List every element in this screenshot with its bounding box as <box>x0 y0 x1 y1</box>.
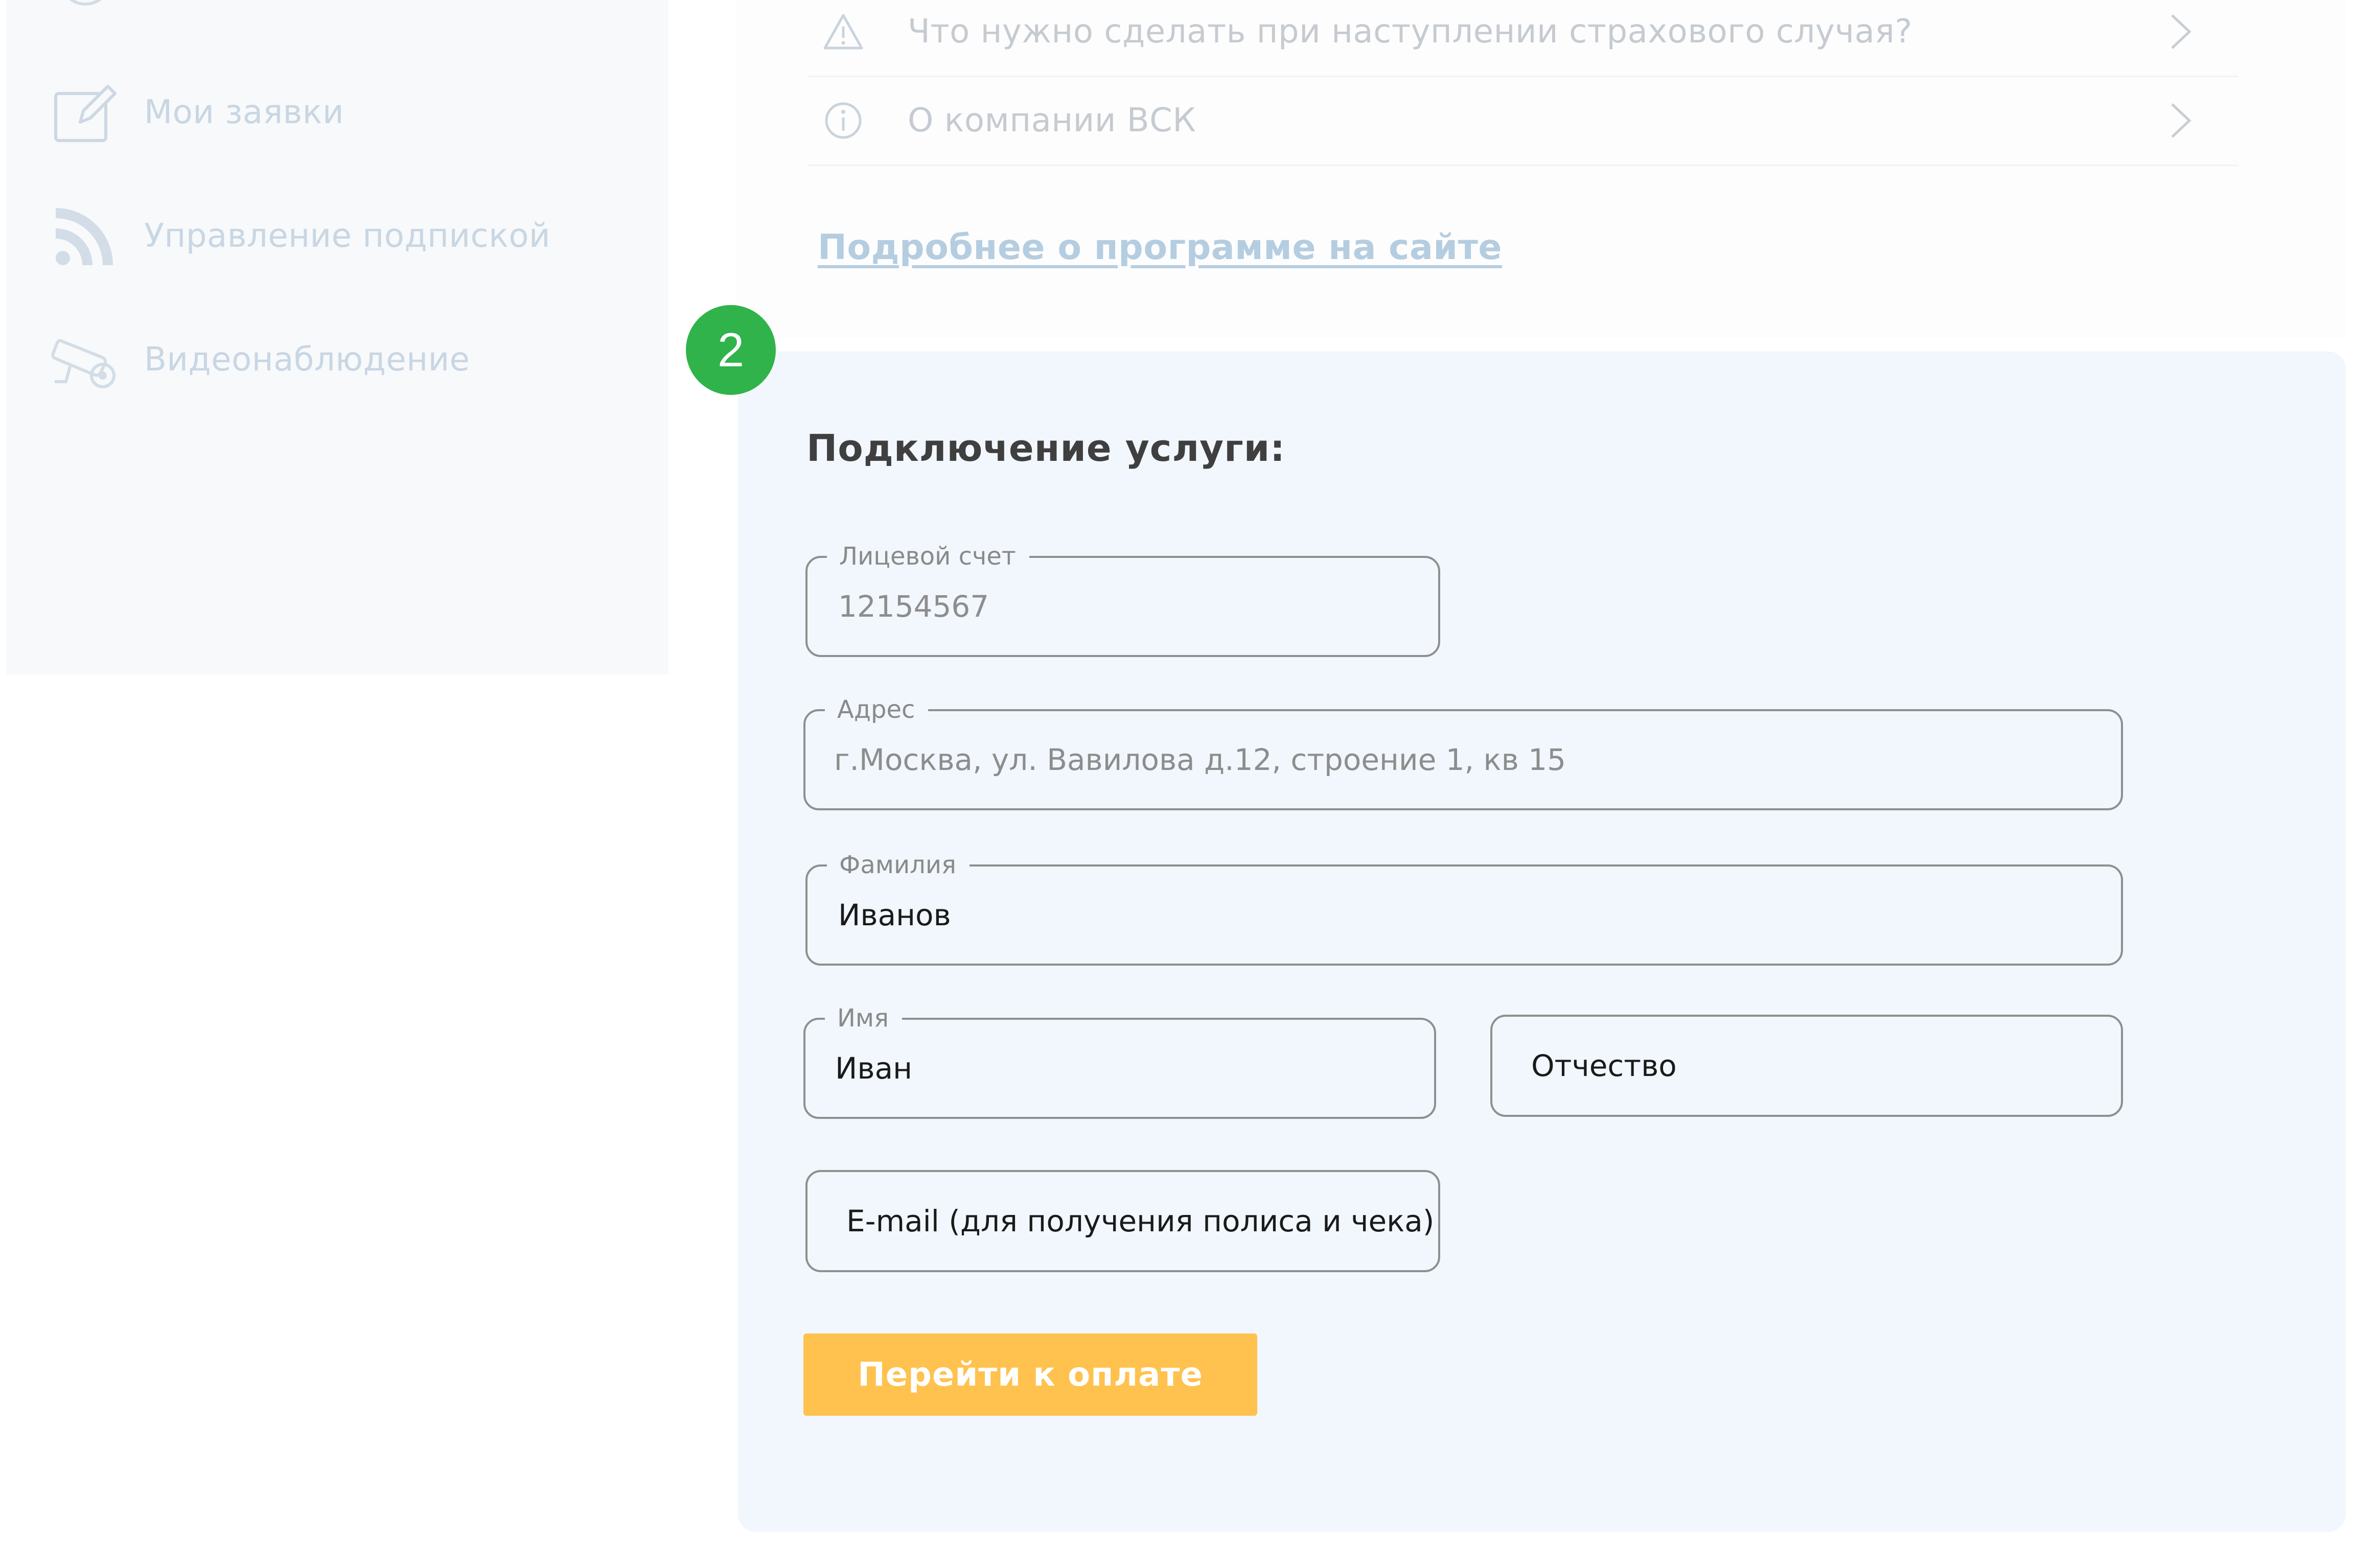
surname-input[interactable] <box>807 867 2121 964</box>
warning-icon <box>823 14 863 50</box>
faq-item-text: О компании ВСК <box>908 102 1196 139</box>
address-field[interactable]: Адрес <box>803 694 2123 810</box>
proceed-to-payment-button[interactable]: Перейти к оплате <box>803 1333 1257 1416</box>
first-name-field[interactable]: Имя <box>803 1003 1436 1119</box>
form-title: Подключение услуги: <box>806 427 1285 470</box>
email-input[interactable] <box>807 1172 1438 1270</box>
sidebar-item-video[interactable]: Видеонаблюдение <box>50 324 470 395</box>
account-number-field[interactable]: Лицевой счет <box>805 541 1440 657</box>
chevron-right-icon <box>2171 103 2191 138</box>
faq-item-about-company[interactable]: О компании ВСК <box>807 77 2238 166</box>
partial-top-icon <box>69 0 102 6</box>
sidebar-item-label: Видеонаблюдение <box>144 341 470 379</box>
patronymic-field[interactable] <box>1490 1015 2123 1117</box>
camera-icon <box>51 339 116 388</box>
chevron-right-icon <box>2171 14 2191 49</box>
email-field[interactable] <box>805 1170 1440 1272</box>
address-input[interactable] <box>805 711 2121 808</box>
sidebar: Мои заявки Управление подпиской Видеонаб… <box>6 0 668 674</box>
faq-item-insured-event[interactable]: Что нужно сделать при наступлении страхо… <box>807 0 2238 77</box>
rss-icon <box>55 207 113 265</box>
edit-icon <box>54 84 117 142</box>
program-details-link[interactable]: Подробнее о программе на сайте <box>818 227 1502 268</box>
first-name-input[interactable] <box>805 1020 1434 1117</box>
sidebar-item-label: Мои заявки <box>144 93 344 131</box>
sidebar-item-subscription[interactable]: Управление подпиской <box>50 200 550 272</box>
info-icon <box>825 102 862 139</box>
surname-field[interactable]: Фамилия <box>805 850 2123 966</box>
sidebar-item-label: Управление подпиской <box>144 217 551 255</box>
account-number-input[interactable] <box>807 558 1438 655</box>
sidebar-item-my-requests[interactable]: Мои заявки <box>50 77 344 148</box>
faq-item-text: Что нужно сделать при наступлении страхо… <box>908 13 1912 51</box>
program-info-panel: Что нужно сделать при наступлении страхо… <box>736 0 2346 338</box>
patronymic-input[interactable] <box>1492 1017 2121 1115</box>
step-number-badge: 2 <box>686 305 776 395</box>
